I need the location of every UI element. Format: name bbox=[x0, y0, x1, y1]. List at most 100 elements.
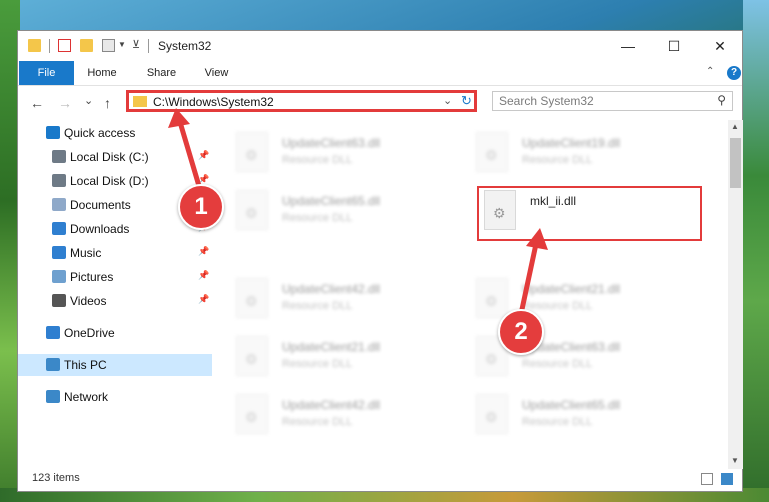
separator bbox=[49, 39, 50, 53]
file-name: UpdateClient63.dll bbox=[282, 136, 381, 150]
address-path[interactable]: C:\Windows\System32 bbox=[153, 95, 274, 109]
new-folder-icon[interactable] bbox=[80, 39, 93, 52]
desktop-wallpaper-right bbox=[743, 0, 769, 502]
customize-toolbar-icon[interactable] bbox=[102, 39, 115, 52]
sidebar-item-quick-access[interactable]: Quick access bbox=[18, 122, 212, 144]
music-icon bbox=[52, 246, 66, 259]
dll-file-icon: ⚙ bbox=[236, 336, 268, 376]
pictures-icon bbox=[52, 270, 66, 283]
scroll-down-icon[interactable]: ▼ bbox=[731, 456, 739, 465]
sidebar-item-label: Pictures bbox=[70, 270, 114, 284]
window-title: System32 bbox=[158, 39, 212, 53]
pin-icon[interactable]: 📌 bbox=[198, 246, 209, 257]
details-view-icon[interactable] bbox=[701, 473, 713, 485]
item-count: 123 items bbox=[32, 472, 80, 484]
chevron-down-icon[interactable]: ⌄ bbox=[443, 94, 452, 107]
expand-ribbon-icon[interactable]: ⌃ bbox=[706, 66, 714, 77]
dll-file-icon: ⚙ bbox=[484, 190, 516, 230]
pin-icon[interactable]: 📌 bbox=[198, 270, 209, 281]
ribbon-tabs: File Home Share View ⌃ ? bbox=[18, 61, 742, 86]
sidebar-item-label: Videos bbox=[70, 294, 107, 308]
chevron-down-icon[interactable]: ▼ bbox=[118, 40, 126, 49]
file-item[interactable]: ⚙ UpdateClient42.dll Resource DLL bbox=[236, 278, 466, 330]
large-icons-view-icon[interactable] bbox=[721, 473, 733, 485]
sidebar-item-onedrive[interactable]: OneDrive bbox=[18, 322, 212, 344]
maximize-button[interactable]: ☐ bbox=[651, 31, 697, 61]
file-name: mkl_ii.dll bbox=[530, 194, 577, 208]
file-name: UpdateClient65.dll bbox=[282, 194, 381, 208]
dll-file-icon: ⚙ bbox=[476, 394, 508, 434]
sidebar-item-videos[interactable]: Videos 📌 bbox=[18, 290, 212, 312]
sidebar-item-this-pc[interactable]: This PC bbox=[18, 354, 212, 376]
videos-icon bbox=[52, 294, 66, 307]
status-bar: 123 items bbox=[18, 469, 742, 491]
file-item[interactable]: ⚙ UpdateClient42.dll Resource DLL bbox=[236, 394, 466, 446]
tab-home[interactable]: Home bbox=[82, 61, 122, 85]
sidebar-item-label: OneDrive bbox=[64, 326, 115, 340]
sidebar-item-local-disk-d[interactable]: Local Disk (D:) 📌 bbox=[18, 170, 212, 192]
file-item[interactable]: ⚙ UpdateClient65.dll Resource DLL bbox=[236, 190, 466, 242]
sidebar-item-network[interactable]: Network bbox=[18, 386, 212, 408]
network-icon bbox=[46, 390, 60, 403]
sidebar-item-local-disk-c[interactable]: Local Disk (C:) 📌 bbox=[18, 146, 212, 168]
dll-file-icon: ⚙ bbox=[476, 132, 508, 172]
tab-file[interactable]: File bbox=[19, 61, 74, 85]
folder-icon bbox=[28, 39, 41, 52]
file-type: Resource DLL bbox=[282, 358, 353, 370]
gear-icon: ⚙ bbox=[245, 351, 258, 367]
sidebar-item-pictures[interactable]: Pictures 📌 bbox=[18, 266, 212, 288]
refresh-icon[interactable]: ↻ bbox=[461, 93, 472, 109]
search-placeholder: Search System32 bbox=[499, 94, 594, 108]
dll-file-icon: ⚙ bbox=[236, 394, 268, 434]
help-icon[interactable]: ? bbox=[727, 66, 741, 80]
scrollbar-thumb[interactable] bbox=[730, 138, 741, 188]
properties-icon[interactable] bbox=[58, 39, 71, 52]
drive-icon bbox=[52, 150, 66, 163]
sidebar-item-label: Documents bbox=[70, 198, 131, 212]
file-item[interactable]: ⚙ UpdateClient21.dll Resource DLL bbox=[236, 336, 466, 388]
navigation-pane: Quick access Local Disk (C:) 📌 Local Disk (… bbox=[18, 120, 212, 469]
file-item-highlighted[interactable]: ⚙ mkl_ii.dll bbox=[484, 190, 714, 242]
file-name: UpdateClient19.dll bbox=[522, 136, 621, 150]
recent-locations-button[interactable]: ⌄ bbox=[84, 94, 93, 107]
forward-button[interactable]: → bbox=[58, 95, 72, 111]
close-button[interactable]: ✕ bbox=[697, 31, 743, 61]
sidebar-item-label: Quick access bbox=[64, 126, 136, 140]
tab-view[interactable]: View bbox=[199, 61, 234, 85]
file-item[interactable]: ⚙ UpdateClient65.dll Resource DLL bbox=[476, 394, 706, 446]
back-button[interactable]: ← bbox=[30, 95, 44, 111]
downloads-icon bbox=[52, 222, 66, 235]
step-marker-2: 2 bbox=[498, 309, 544, 355]
tab-share[interactable]: Share bbox=[139, 61, 184, 85]
file-item[interactable]: ⚙ UpdateClient19.dll Resource DLL bbox=[476, 132, 706, 184]
gear-icon: ⚙ bbox=[245, 293, 258, 309]
minimize-button[interactable]: — bbox=[605, 31, 651, 61]
scroll-up-icon[interactable]: ▲ bbox=[731, 122, 739, 131]
pin-icon[interactable]: 📌 bbox=[198, 294, 209, 305]
gear-icon: ⚙ bbox=[245, 409, 258, 425]
drive-icon bbox=[52, 174, 66, 187]
dll-file-icon: ⚙ bbox=[236, 278, 268, 318]
sidebar-item-label: Downloads bbox=[70, 222, 130, 236]
sidebar-item-label: Local Disk (D:) bbox=[70, 174, 149, 188]
sidebar-item-label: Network bbox=[64, 390, 109, 404]
search-icon[interactable]: ⚲ bbox=[717, 93, 726, 107]
file-type: Resource DLL bbox=[522, 154, 593, 166]
gear-icon: ⚙ bbox=[485, 409, 498, 425]
gear-icon: ⚙ bbox=[493, 205, 506, 221]
quick-access-toolbar-icon[interactable]: ⊻ bbox=[132, 38, 140, 51]
vertical-scrollbar[interactable]: ▲ ▼ bbox=[728, 120, 743, 469]
cloud-icon bbox=[46, 326, 60, 339]
pin-icon[interactable]: 📌 bbox=[198, 150, 209, 161]
address-bar[interactable]: C:\Windows\System32 ⌄ ↻ bbox=[126, 90, 477, 112]
file-item[interactable]: ⚙ UpdateClient63.dll Resource DLL bbox=[236, 132, 466, 184]
sidebar-item-music[interactable]: Music 📌 bbox=[18, 242, 212, 264]
file-name: UpdateClient21.dll bbox=[282, 340, 381, 354]
up-button[interactable]: ↑ bbox=[104, 95, 111, 111]
file-name: UpdateClient42.dll bbox=[282, 282, 381, 296]
title-bar: ▼ ⊻ System32 — ☐ ✕ bbox=[18, 31, 742, 61]
separator bbox=[148, 39, 149, 53]
folder-icon bbox=[133, 96, 147, 107]
gear-icon: ⚙ bbox=[245, 147, 258, 163]
search-input[interactable]: Search System32 ⚲ bbox=[492, 91, 733, 111]
